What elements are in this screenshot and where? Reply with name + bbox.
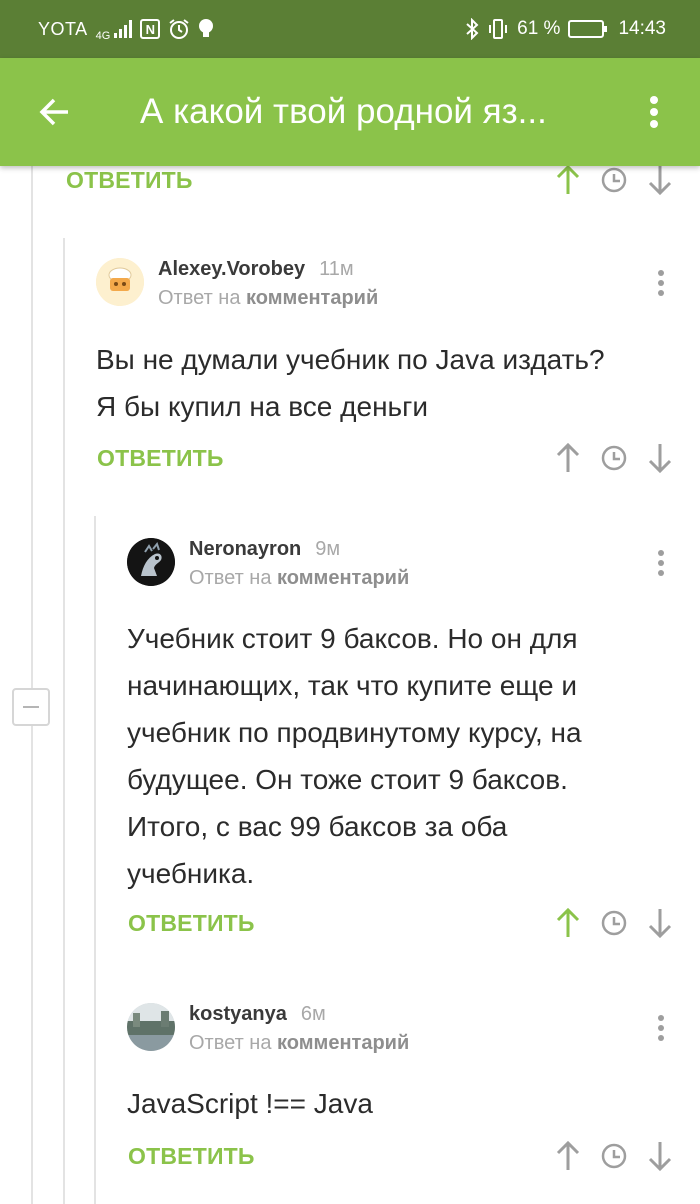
username[interactable]: Neronayron [189, 538, 301, 561]
comment-text: JavaScript !== Java [127, 1080, 373, 1127]
status-right: 61 % 14:43 [465, 18, 666, 40]
comment-meta: kostyanya 6м Ответ на комментарий [189, 1003, 409, 1055]
comment-actions: ОТВЕТИТЬ [128, 903, 700, 943]
clock-icon[interactable] [600, 909, 628, 937]
reply-to: Ответ на комментарий [189, 1032, 409, 1055]
comment-line: будущее. Он тоже стоит 9 баксов. [127, 764, 568, 795]
bulb-icon [199, 19, 214, 37]
arrow-left-icon [39, 98, 68, 126]
status-left: YOTA 4G N [38, 16, 214, 42]
status-bar: YOTA 4G N 61 % 14:43 [0, 0, 700, 58]
overflow-menu-button[interactable] [610, 58, 698, 166]
operator-name: YOTA [38, 18, 88, 39]
comment-actions: ОТВЕТИТЬ [97, 438, 700, 478]
reply-button[interactable]: ОТВЕТИТЬ [66, 167, 193, 194]
clock-icon[interactable] [600, 1142, 628, 1170]
comment-meta: Neronayron 9м Ответ на комментарий [189, 538, 409, 590]
collapse-thread-button[interactable] [12, 688, 50, 726]
avatar[interactable] [96, 258, 144, 306]
network-type: 4G [95, 30, 111, 42]
comment-header: Alexey.Vorobey 11м Ответ на комментарий [96, 258, 378, 310]
comment-header: kostyanya 6м Ответ на комментарий [127, 1003, 409, 1055]
comment-line: Я бы купил на все деньги [96, 391, 428, 422]
vibrate-icon [489, 19, 508, 39]
battery-percent: 61 % [517, 18, 561, 39]
comment-age: 9м [315, 538, 341, 560]
reply-button[interactable]: ОТВЕТИТЬ [128, 1143, 255, 1170]
back-button[interactable] [0, 58, 110, 166]
comment-text: Вы не думали учебник по Java издать? Я б… [96, 336, 605, 430]
avatar[interactable] [127, 538, 175, 586]
downvote-icon[interactable] [648, 907, 672, 939]
thread-line [94, 516, 96, 1204]
downvote-icon[interactable] [648, 166, 672, 196]
upvote-icon[interactable] [556, 166, 580, 196]
comment-line: Вы не думали учебник по Java издать? [96, 344, 605, 375]
clock-icon[interactable] [600, 444, 628, 472]
comment-line: учебника. [127, 858, 255, 889]
app-bar: А какой твой родной яз... [0, 58, 700, 166]
comment-actions: ОТВЕТИТЬ [128, 1136, 700, 1176]
more-vert-icon [650, 96, 658, 128]
page-title: А какой твой родной яз... [140, 92, 547, 131]
signal-icon [114, 20, 133, 38]
downvote-icon[interactable] [648, 442, 672, 474]
upvote-icon[interactable] [556, 1140, 580, 1172]
comment-text: Учебник стоит 9 баксов. Но он для начина… [127, 615, 582, 897]
reply-to-link[interactable]: комментарий [277, 567, 409, 589]
upvote-icon[interactable] [556, 907, 580, 939]
reply-to-link[interactable]: комментарий [246, 287, 378, 309]
reply-to-link[interactable]: комментарий [277, 1032, 409, 1054]
canal-photo-avatar-icon [127, 1003, 175, 1051]
reply-to: Ответ на комментарий [158, 287, 378, 310]
username[interactable]: kostyanya [189, 1003, 287, 1026]
nfc-icon: N [140, 19, 161, 39]
reply-to-prefix: Ответ на [189, 1032, 272, 1054]
reply-button[interactable]: ОТВЕТИТЬ [128, 910, 255, 937]
comment-age: 11м [319, 258, 354, 280]
dinosaur-avatar-icon [127, 538, 175, 586]
reply-to-prefix: Ответ на [189, 567, 272, 589]
comment-line: учебник по продвинутому курсу, на [127, 717, 582, 748]
comment-line: начинающих, так что купите еще и [127, 670, 577, 701]
comment-menu-button[interactable] [656, 1015, 666, 1041]
reply-to: Ответ на комментарий [189, 567, 409, 590]
thread-line [63, 238, 65, 1204]
minus-icon [23, 706, 39, 708]
vote-controls [556, 166, 672, 196]
comment-menu-button[interactable] [656, 550, 666, 576]
bluetooth-icon [466, 18, 479, 40]
comment-line: Итого, с вас 99 баксов за оба [127, 811, 508, 842]
alarm-icon [169, 19, 189, 39]
comment-meta: Alexey.Vorobey 11м Ответ на комментарий [158, 258, 378, 310]
reply-button[interactable]: ОТВЕТИТЬ [97, 445, 224, 472]
comment-age: 6м [300, 1003, 326, 1025]
chef-avatar-icon [96, 258, 144, 306]
clock: 14:43 [618, 18, 666, 39]
clock-icon[interactable] [600, 166, 628, 194]
avatar[interactable] [127, 1003, 175, 1051]
comment-line: JavaScript !== Java [127, 1088, 373, 1119]
vote-controls [556, 1140, 672, 1172]
comment-line: Учебник стоит 9 баксов. Но он для [127, 623, 578, 654]
upvote-icon[interactable] [556, 442, 580, 474]
battery-icon [568, 20, 608, 38]
comment-header: Neronayron 9м Ответ на комментарий [127, 538, 409, 590]
comment-menu-button[interactable] [656, 270, 666, 296]
downvote-icon[interactable] [648, 1140, 672, 1172]
username[interactable]: Alexey.Vorobey [158, 258, 305, 281]
reply-to-prefix: Ответ на [158, 287, 241, 309]
thread-line [31, 166, 33, 1204]
vote-controls [556, 442, 672, 474]
comments-thread: ОТВЕТИТЬ Alexey.Vorobey 11м Ответ на ком… [0, 166, 700, 1204]
vote-controls [556, 907, 672, 939]
comment-actions: ОТВЕТИТЬ [66, 166, 700, 200]
